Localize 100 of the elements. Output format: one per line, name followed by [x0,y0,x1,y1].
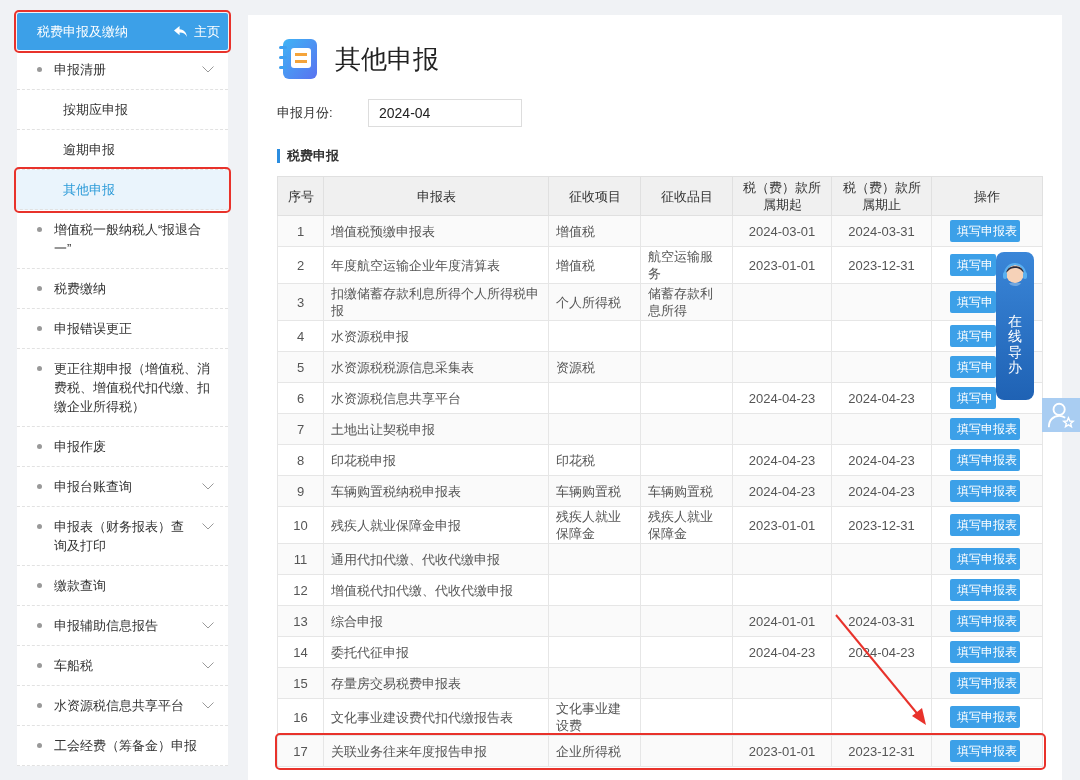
home-link[interactable]: 主页 [173,22,220,41]
chevron-down-icon [202,483,214,490]
sidebar-item[interactable]: 申报作废 [17,427,228,467]
page-title: 其他申报 [335,42,439,76]
fill-form-button[interactable]: 填写申报表 [950,740,1020,762]
table-cell: 土地出让契税申报 [323,413,549,445]
fill-form-button[interactable]: 填写申报表 [950,610,1020,632]
table-cell: 2024-04-23 [831,444,932,476]
fill-form-button[interactable]: 填写申报表 [950,579,1020,601]
table-cell: 车辆购置税 [640,475,733,507]
fill-form-button[interactable]: 填写申报表 [950,220,1020,242]
sidebar-item[interactable]: 缴款查询 [17,566,228,606]
table-cell: 水资源税申报 [323,320,549,352]
table-cell: 委托代征申报 [323,636,549,668]
fill-form-button[interactable]: 填写申 [950,387,996,409]
fill-form-button[interactable]: 填写申报表 [950,548,1020,570]
table-cell: 印花税 [548,444,641,476]
table-cell: 2024-04-23 [732,382,832,414]
section-title: 税费申报 [277,149,1062,163]
table-cell: 增值税预缴申报表 [323,215,549,247]
sidebar-item[interactable]: 申报清册 [17,50,228,90]
table-cell: 文化事业建设费代扣代缴报告表 [323,698,549,736]
table-cell: 2024-04-23 [732,444,832,476]
chevron-down-icon [202,702,214,709]
table-cell: 2024-03-31 [831,605,932,637]
fill-form-button[interactable]: 填写申 [950,356,996,378]
table-cell: 7 [277,413,324,445]
sidebar-item[interactable]: 水资源税信息共享平台 [17,686,228,726]
fill-form-button[interactable]: 填写申报表 [950,641,1020,663]
fill-form-button[interactable]: 填写申报表 [950,418,1020,440]
fill-form-button[interactable]: 填写申报表 [950,449,1020,471]
sidebar-item[interactable]: 车船税 [17,646,228,686]
online-guide-button[interactable]: 在线导办 [996,252,1034,400]
table-cell: 5 [277,351,324,383]
sidebar-title: 税费申报及缴纳 [37,22,128,41]
user-favorite-button[interactable] [1042,398,1080,432]
table-cell: 2024-04-23 [831,475,932,507]
month-field[interactable]: 2024-04 [368,99,522,127]
back-arrow-icon [173,25,188,38]
table-cell: 2023-12-31 [831,246,932,284]
table-cell: 11 [277,543,324,575]
sidebar-item[interactable]: 申报辅助信息报告 [17,606,228,646]
chevron-down-icon [202,66,214,73]
table-cell: 2023-12-31 [831,506,932,544]
table-cell: 文化事业建设费 [548,698,641,736]
table-cell: 10 [277,506,324,544]
table-cell: 水资源税税源信息采集表 [323,351,549,383]
fill-form-button[interactable]: 填写申报表 [950,706,1020,728]
table-cell: 扣缴储蓄存款利息所得个人所得税申报 [323,283,549,321]
table-cell: 2 [277,246,324,284]
table-cell: 2024-04-23 [831,382,932,414]
sidebar-subitem[interactable]: 按期应申报 [17,90,228,130]
sidebar-item[interactable]: 申报台账查询 [17,467,228,507]
sidebar-item[interactable]: 工会经费（筹备金）申报 [17,726,228,766]
table-cell: 2024-04-23 [732,636,832,668]
fill-form-button[interactable]: 填写申 [950,291,996,313]
column-header: 征收项目 [548,176,641,216]
table-cell: 2024-03-31 [831,215,932,247]
table-cell: 综合申报 [323,605,549,637]
table-cell: 航空运输服务 [640,246,733,284]
sidebar-item[interactable]: 申报表（财务报表）查询及打印 [17,507,228,566]
table-cell: 1 [277,215,324,247]
column-header: 序号 [277,176,324,216]
table-cell: 水资源税信息共享平台 [323,382,549,414]
table-cell: 2023-01-01 [732,735,832,767]
table-cell: 15 [277,667,324,699]
table-cell: 12 [277,574,324,606]
table-cell: 2023-12-31 [831,735,932,767]
column-header: 税（费）款所属期起 [732,176,832,216]
fill-form-button[interactable]: 填写申 [950,254,996,276]
sidebar-item[interactable]: 税费缴纳 [17,269,228,309]
table-cell: 2024-04-23 [732,475,832,507]
online-guide-label: 在线导办 [1008,314,1022,376]
column-header: 税（费）款所属期止 [831,176,932,216]
table-cell: 年度航空运输企业年度清算表 [323,246,549,284]
table-cell: 13 [277,605,324,637]
sidebar-subitem[interactable]: 其他申报 [17,170,228,210]
sidebar-item[interactable]: 更正往期申报（增值税、消费税、增值税代扣代缴、扣缴企业所得税） [17,349,228,427]
fill-form-button[interactable]: 填写申报表 [950,672,1020,694]
sidebar-item[interactable]: 申报错误更正 [17,309,228,349]
chevron-down-icon [202,662,214,669]
fill-form-button[interactable]: 填写申 [950,325,996,347]
sidebar-item[interactable]: 增值税一般纳税人“报退合一” [17,210,228,269]
table-cell: 存量房交易税费申报表 [323,667,549,699]
table-cell: 8 [277,444,324,476]
table-cell: 增值税代扣代缴、代收代缴申报 [323,574,549,606]
fill-form-button[interactable]: 填写申报表 [950,480,1020,502]
table-cell: 关联业务往来年度报告申报 [323,735,549,767]
table-cell: 个人所得税 [548,283,641,321]
table-cell: 17 [277,735,324,767]
chevron-down-icon [202,622,214,629]
table-cell: 印花税申报 [323,444,549,476]
table-cell: 3 [277,283,324,321]
table-cell: 企业所得税 [548,735,641,767]
table-cell: 6 [277,382,324,414]
table-cell: 通用代扣代缴、代收代缴申报 [323,543,549,575]
table-cell: 14 [277,636,324,668]
fill-form-button[interactable]: 填写申报表 [950,514,1020,536]
table-cell: 增值税 [548,246,641,284]
table-cell: 资源税 [548,351,641,383]
